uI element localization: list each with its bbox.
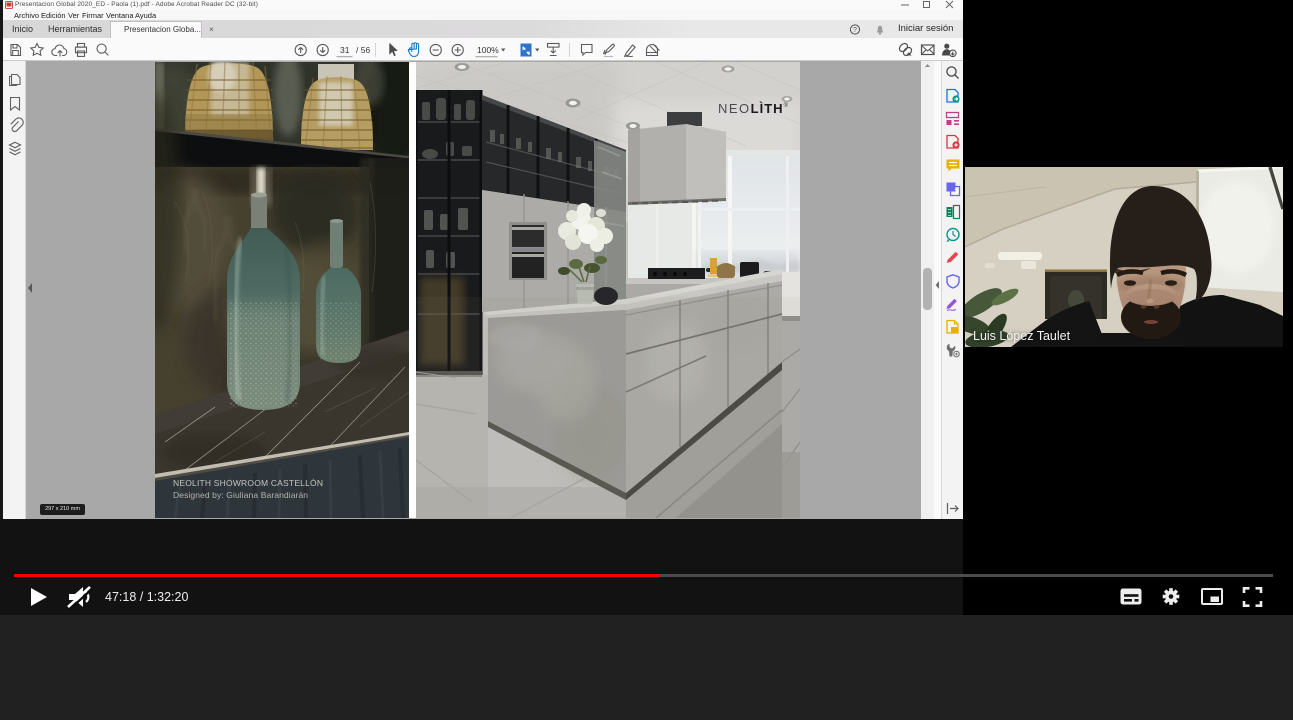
svg-text:/ 56: / 56 bbox=[356, 45, 370, 55]
svg-text:?: ? bbox=[853, 27, 857, 34]
svg-text:100%: 100% bbox=[477, 45, 499, 55]
svg-text:31: 31 bbox=[340, 45, 350, 55]
